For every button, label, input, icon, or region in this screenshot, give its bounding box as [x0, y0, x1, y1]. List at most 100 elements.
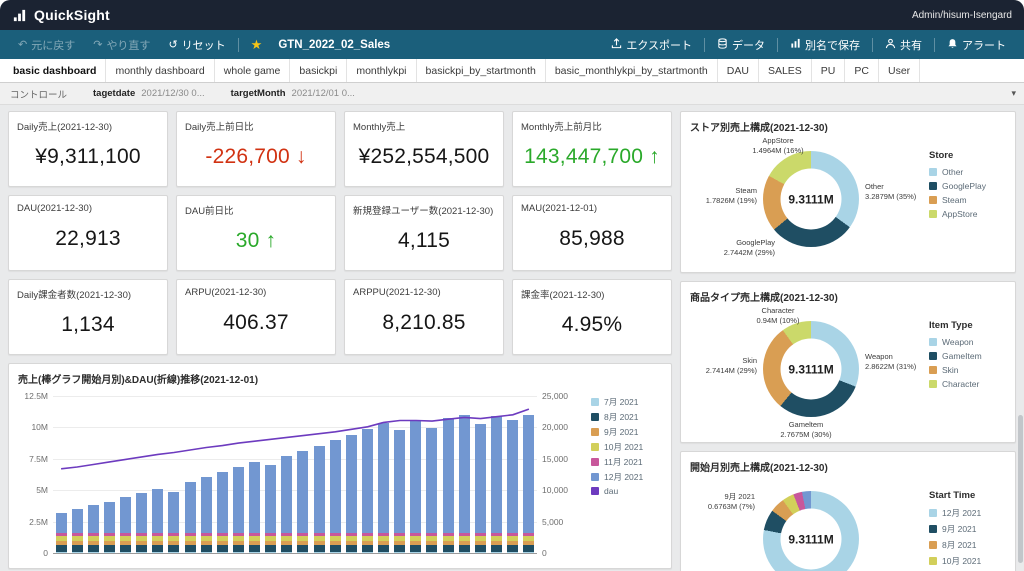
legend-item-GameItem[interactable]: GameItem [929, 351, 1007, 361]
legend-item-8月-2021[interactable]: 8月 2021 [929, 539, 1007, 551]
donut-title: ストア別売上構成(2021-12-30) [681, 112, 1015, 136]
alert-button[interactable]: アラート [939, 30, 1014, 59]
legend-swatch [929, 168, 937, 176]
legend-label: 12月 2021 [604, 471, 643, 483]
kpi-title: Monthly売上前月比 [513, 112, 671, 133]
filter-targetMonth[interactable]: targetMonth 2021/12/01 0... [231, 88, 355, 99]
tab-basic-dashboard[interactable]: basic dashboard [4, 59, 106, 82]
y-right-tick: 0 [542, 548, 547, 558]
legend-label: 8月 2021 [942, 539, 977, 551]
donut-legend: Item Type WeaponGameItemSkinCharacter [929, 306, 1007, 438]
kpi-card[interactable]: 新規登録ユーザー数(2021-12-30)4,115 [344, 195, 504, 271]
tab-basickpi_by_startmonth[interactable]: basickpi_by_startmonth [417, 59, 546, 82]
legend-item-9月-2021[interactable]: 9月 2021 [591, 426, 667, 438]
tab-basic_monthlykpi_by_startmonth[interactable]: basic_monthlykpi_by_startmonth [546, 59, 718, 82]
tab-monthlykpi[interactable]: monthlykpi [347, 59, 416, 82]
bar-plot[interactable] [53, 396, 537, 553]
donut-legend: Start Time 12月 20219月 20218月 202110月 202… [929, 476, 1007, 571]
donut-callout: AppStore1.4964M (16%) [723, 136, 833, 156]
kpi-card[interactable]: Daily売上前日比-226,700 ↓ [176, 111, 336, 187]
legend-label: GooglePlay [942, 181, 986, 191]
start-month-donut-ring[interactable]: 9.3111M [763, 491, 859, 571]
data-label: データ [732, 37, 765, 53]
kpi-card[interactable]: ARPU(2021-12-30)406.37 [176, 279, 336, 355]
save-as-label: 別名で保存 [805, 37, 860, 53]
export-button[interactable]: エクスポート [603, 30, 700, 59]
controls-collapse-icon[interactable]: ▾ [1011, 88, 1016, 99]
donut-legend: Store OtherGooglePlaySteamAppStore [929, 136, 1007, 268]
kpi-card[interactable]: Monthly売上前月比143,447,700 ↑ [512, 111, 672, 187]
vertical-scrollbar[interactable] [1018, 415, 1023, 563]
kpi-value: 22,913 [9, 214, 167, 270]
legend-item-Character[interactable]: Character [929, 379, 1007, 389]
legend-item-Weapon[interactable]: Weapon [929, 337, 1007, 347]
tab-monthly-dashboard[interactable]: monthly dashboard [106, 59, 214, 82]
toolbar-separator [872, 38, 873, 52]
filter-tagetdate[interactable]: tagetdate 2021/12/30 0... [93, 88, 205, 99]
redo-button[interactable]: ↷ やり直す [85, 30, 158, 59]
y-left-tick: 7.5M [29, 454, 48, 464]
tab-PC[interactable]: PC [845, 59, 879, 82]
legend-item-Steam[interactable]: Steam [929, 195, 1007, 205]
share-button[interactable]: 共有 [877, 30, 930, 59]
tab-User[interactable]: User [879, 59, 920, 82]
legend-item-dau[interactable]: dau [591, 486, 667, 496]
kpi-card[interactable]: ARPPU(2021-12-30)8,210.85 [344, 279, 504, 355]
kpi-title: Daily課金者数(2021-12-30) [9, 280, 167, 301]
filter-value: 2021/12/01 0... [292, 88, 355, 99]
user-menu[interactable]: Admin/hisum-Isengard [912, 10, 1012, 21]
donut-callout: Skin2.7414M (29%) [687, 356, 757, 376]
legend-item-Skin[interactable]: Skin [929, 365, 1007, 375]
kpi-card[interactable]: 課金率(2021-12-30)4.95% [512, 279, 672, 355]
kpi-card[interactable]: DAU(2021-12-30)22,913 [8, 195, 168, 271]
tab-DAU[interactable]: DAU [718, 59, 759, 82]
dashboard-toolbar: ↶ 元に戻す ↷ やり直す ↺ リセット ★ GTN_2022_02_Sales… [0, 30, 1024, 59]
kpi-value: 406.37 [177, 298, 335, 354]
tab-basickpi[interactable]: basickpi [290, 59, 347, 82]
tab-whole-game[interactable]: whole game [215, 59, 291, 82]
legend-swatch [591, 487, 599, 495]
item-type-donut-ring[interactable]: 9.3111M [763, 321, 859, 417]
kpi-card[interactable]: DAU前日比30 ↑ [176, 195, 336, 271]
kpi-value: 1,134 [9, 301, 167, 354]
legend-item-7月-2021[interactable]: 7月 2021 [591, 396, 667, 408]
legend-item-AppStore[interactable]: AppStore [929, 209, 1007, 219]
y-left-tick: 12.5M [24, 391, 48, 401]
kpi-title: 課金率(2021-12-30) [513, 280, 671, 301]
save-as-button[interactable]: 別名で保存 [782, 30, 868, 59]
y-left-tick: 2.5M [29, 517, 48, 527]
undo-button[interactable]: ↶ 元に戻す [10, 30, 83, 59]
legend-label: 10月 2021 [604, 441, 643, 453]
legend-item-10月-2021[interactable]: 10月 2021 [591, 441, 667, 453]
legend-item-Other[interactable]: Other [929, 167, 1007, 177]
tab-PU[interactable]: PU [812, 59, 846, 82]
legend-item-8月-2021[interactable]: 8月 2021 [591, 411, 667, 423]
tab-SALES[interactable]: SALES [759, 59, 812, 82]
legend-item-GooglePlay[interactable]: GooglePlay [929, 181, 1007, 191]
legend-item-11月-2021[interactable]: 11月 2021 [591, 456, 667, 468]
legend-item-12月-2021[interactable]: 12月 2021 [929, 507, 1007, 519]
bar-chart-legend: 7月 2021 8月 2021 9月 2021 10月 2021 11月 2021 12月… [583, 396, 667, 553]
legend-item-9月-2021[interactable]: 9月 2021 [929, 523, 1007, 535]
legend-swatch [929, 509, 937, 517]
y-left-tick: 0 [43, 548, 48, 558]
favorite-star[interactable]: ★ [243, 30, 271, 59]
reset-button[interactable]: ↺ リセット [160, 30, 233, 59]
kpi-card[interactable]: MAU(2021-12-01)85,988 [512, 195, 672, 271]
donut-callout: GooglePlay2.7442M (29%) [689, 238, 775, 258]
legend-item-12月-2021[interactable]: 12月 2021 [591, 471, 667, 483]
kpi-value: 4.95% [513, 301, 671, 354]
kpi-card[interactable]: Daily売上(2021-12-30)¥9,311,100 [8, 111, 168, 187]
kpi-card[interactable]: Daily課金者数(2021-12-30)1,134 [8, 279, 168, 355]
legend-label: Steam [942, 195, 967, 205]
legend-label: AppStore [942, 209, 977, 219]
toolbar-separator [704, 38, 705, 52]
data-button[interactable]: データ [709, 30, 773, 59]
top-bar: QuickSight Admin/hisum-Isengard [0, 0, 1024, 30]
bar-chart-icon [790, 38, 801, 52]
store-donut-ring[interactable]: 9.3111M [763, 151, 859, 247]
quicksight-logo[interactable]: QuickSight [12, 7, 110, 23]
kpi-card[interactable]: Monthly売上¥252,554,500 [344, 111, 504, 187]
donut-zone: 9.3111M Character0.94M (10%)Weapon2.8622… [689, 306, 929, 438]
legend-item-10月-2021[interactable]: 10月 2021 [929, 555, 1007, 567]
